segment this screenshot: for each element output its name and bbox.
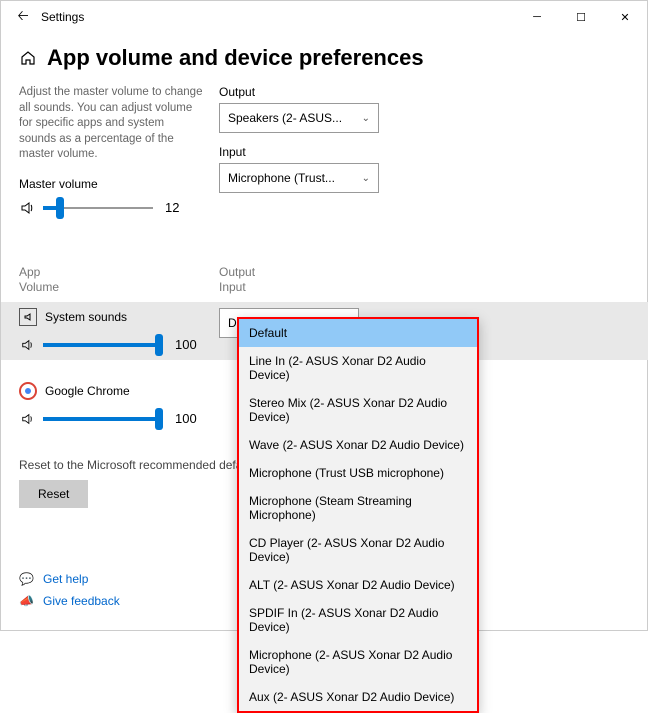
reset-text: Reset to the Microsoft recommended defau bbox=[19, 458, 249, 472]
chevron-down-icon: ⌄ bbox=[362, 113, 370, 124]
app-name-label: Google Chrome bbox=[45, 384, 130, 398]
output-dropdown[interactable]: Speakers (2- ASUS... ⌄ bbox=[219, 103, 379, 133]
link-text: Give feedback bbox=[43, 594, 120, 608]
give-feedback-link[interactable]: 📣 Give feedback bbox=[19, 594, 120, 608]
dropdown-option[interactable]: SPDIF In (2- ASUS Xonar D2 Audio Device) bbox=[239, 599, 477, 641]
dropdown-option[interactable]: Microphone (Trust USB microphone) bbox=[239, 459, 477, 487]
get-help-link[interactable]: 💬 Get help bbox=[19, 572, 120, 586]
app-volume-value: 100 bbox=[175, 337, 197, 352]
input-options-dropdown[interactable]: Default Line In (2- ASUS Xonar D2 Audio … bbox=[237, 317, 479, 713]
maximize-button[interactable]: ☐ bbox=[559, 2, 603, 32]
dropdown-option[interactable]: Microphone (Steam Streaming Microphone) bbox=[239, 487, 477, 529]
master-volume-value: 12 bbox=[165, 200, 179, 215]
output-label: Output bbox=[219, 85, 629, 99]
speaker-icon[interactable] bbox=[19, 410, 37, 428]
description-text: Adjust the master volume to change all s… bbox=[19, 85, 203, 163]
app-volume-header: App Volume bbox=[19, 265, 219, 296]
dropdown-option[interactable]: Line In (2- ASUS Xonar D2 Audio Device) bbox=[239, 347, 477, 389]
app-name-label: System sounds bbox=[45, 310, 127, 324]
speaker-icon[interactable] bbox=[19, 199, 37, 217]
chrome-icon bbox=[19, 382, 37, 400]
close-button[interactable]: ✕ bbox=[603, 2, 647, 32]
input-selected: Microphone (Trust... bbox=[228, 171, 335, 185]
master-volume-label: Master volume bbox=[19, 177, 203, 191]
system-sounds-icon bbox=[19, 308, 37, 326]
input-dropdown[interactable]: Microphone (Trust... ⌄ bbox=[219, 163, 379, 193]
dropdown-option[interactable]: CD Player (2- ASUS Xonar D2 Audio Device… bbox=[239, 529, 477, 571]
output-selected: Speakers (2- ASUS... bbox=[228, 111, 342, 125]
back-button[interactable]: 🡠 bbox=[9, 3, 37, 31]
page-title: App volume and device preferences bbox=[47, 45, 424, 71]
window-title: Settings bbox=[41, 10, 84, 24]
dropdown-option[interactable]: Microphone (2- ASUS Xonar D2 Audio Devic… bbox=[239, 641, 477, 683]
app-volume-value: 100 bbox=[175, 411, 197, 426]
home-icon[interactable] bbox=[19, 49, 37, 67]
dropdown-option[interactable]: ALT (2- ASUS Xonar D2 Audio Device) bbox=[239, 571, 477, 599]
output-input-header: Output Input bbox=[219, 265, 255, 296]
master-volume-slider[interactable] bbox=[43, 199, 153, 217]
dropdown-option[interactable]: Aux (2- ASUS Xonar D2 Audio Device) bbox=[239, 683, 477, 711]
dropdown-option[interactable]: Wave (2- ASUS Xonar D2 Audio Device) bbox=[239, 431, 477, 459]
help-icon: 💬 bbox=[19, 572, 35, 586]
chevron-down-icon: ⌄ bbox=[362, 173, 370, 184]
speaker-icon[interactable] bbox=[19, 336, 37, 354]
minimize-button[interactable]: ─ bbox=[515, 2, 559, 32]
link-text: Get help bbox=[43, 572, 88, 586]
app-volume-slider[interactable] bbox=[43, 336, 163, 354]
dropdown-option[interactable]: Default bbox=[239, 319, 477, 347]
feedback-icon: 📣 bbox=[19, 594, 35, 608]
input-label: Input bbox=[219, 145, 629, 159]
reset-button[interactable]: Reset bbox=[19, 480, 88, 508]
dropdown-option[interactable]: Stereo Mix (2- ASUS Xonar D2 Audio Devic… bbox=[239, 389, 477, 431]
app-volume-slider[interactable] bbox=[43, 410, 163, 428]
